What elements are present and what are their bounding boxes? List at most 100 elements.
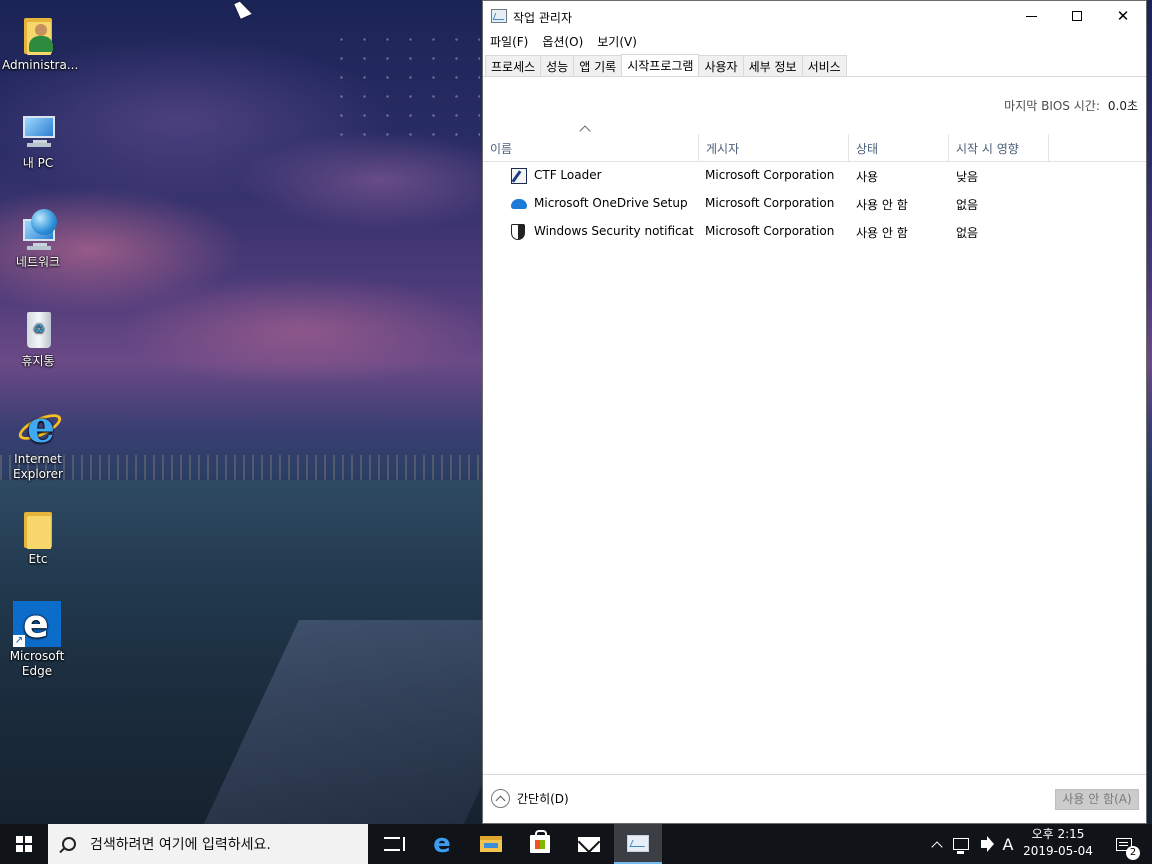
search-placeholder: 검색하려면 여기에 입력하세요. <box>90 837 271 853</box>
tab-processes[interactable]: 프로세스 <box>485 55 542 76</box>
tab-users[interactable]: 사용자 <box>698 55 744 76</box>
taskbar-store-button[interactable] <box>516 824 564 864</box>
desktop-icon-network[interactable]: 네트워크 <box>2 207 74 270</box>
column-header-name[interactable]: 이름 <box>483 134 699 162</box>
tab-details[interactable]: 세부 정보 <box>742 55 803 76</box>
cell-impact: 없음 <box>956 198 979 212</box>
wallpaper-stars <box>330 30 480 150</box>
action-center-button[interactable]: 2 <box>1104 824 1144 864</box>
disable-button[interactable]: 사용 안 함(A) <box>1055 789 1139 810</box>
desktop-icon-label: 네트워크 <box>15 255 61 269</box>
table-row[interactable]: Windows Security notificati... Microsoft… <box>483 218 1146 246</box>
clock[interactable]: 오후 2:15 2019-05-04 <box>1020 826 1096 860</box>
footer-divider <box>483 774 1146 775</box>
recycle-bin-icon: ♻ <box>15 306 61 352</box>
user-folder-icon <box>15 10 61 56</box>
cell-impact: 낮음 <box>956 170 979 184</box>
desktop-icon-label: Etc <box>28 552 48 566</box>
onedrive-cloud-icon <box>511 199 527 209</box>
taskbar-edge-button[interactable]: e <box>418 824 466 864</box>
table-row[interactable]: Microsoft OneDrive Setup Microsoft Corpo… <box>483 190 1146 218</box>
clock-date: 2019-05-04 <box>1023 844 1093 858</box>
edge-icon: e ↗ <box>13 601 61 647</box>
task-view-icon <box>384 837 405 851</box>
close-button[interactable]: ✕ <box>1100 1 1146 31</box>
desktop-icon-this-pc[interactable]: 내 PC <box>2 108 74 171</box>
desktop-icon-label: 휴지통 <box>21 354 55 368</box>
shortcut-arrow-icon: ↗ <box>13 635 25 647</box>
menu-file[interactable]: 파일(F) <box>483 31 535 51</box>
desktop-icon-etc-folder[interactable]: Etc <box>2 504 74 567</box>
desktop-icon-label: Internet Explorer <box>13 452 63 481</box>
cell-status: 사용 <box>856 170 879 184</box>
input-method-indicator[interactable]: A <box>998 824 1018 864</box>
fewer-details-label: 간단히(D) <box>517 792 569 806</box>
taskbar-mail-button[interactable] <box>565 824 613 864</box>
start-button[interactable] <box>0 824 48 864</box>
cell-publisher: Microsoft Corporation <box>705 224 835 238</box>
desktop-icon-label: 내 PC <box>22 156 54 170</box>
column-header-publisher[interactable]: 게시자 <box>699 134 849 162</box>
volume-icon <box>981 840 989 848</box>
cell-name: Microsoft OneDrive Setup <box>534 196 688 210</box>
table-row[interactable]: CTF Loader Microsoft Corporation 사용 낮음 <box>483 162 1146 190</box>
tab-divider <box>483 76 1146 77</box>
maximize-icon <box>1072 11 1082 21</box>
close-icon: ✕ <box>1116 7 1130 25</box>
search-box[interactable]: 검색하려면 여기에 입력하세요. <box>48 824 368 864</box>
desktop-icon-label: Microsoft Edge <box>9 649 65 678</box>
menu-options[interactable]: 옵션(O) <box>535 31 590 51</box>
chevron-up-icon <box>931 840 943 853</box>
notification-count-badge: 2 <box>1126 846 1140 860</box>
edge-icon: e <box>433 829 451 859</box>
desktop-icon-administrator[interactable]: Administra... <box>2 10 79 73</box>
network-icon <box>953 838 969 854</box>
store-icon <box>530 830 550 853</box>
task-manager-window: 작업 관리자 ✕ 파일(F) 옵션(O) 보기(V) 프로세스 성능 앱 기록 … <box>482 0 1147 824</box>
tab-services[interactable]: 서비스 <box>801 55 847 76</box>
bios-value: 0.0초 <box>1107 99 1138 113</box>
file-explorer-icon <box>480 836 502 852</box>
network-tray-button[interactable] <box>950 824 972 864</box>
cell-status: 사용 안 함 <box>856 226 908 240</box>
desktop-icon-microsoft-edge[interactable]: e ↗ Microsoft Edge <box>1 601 73 679</box>
ctf-loader-icon <box>511 168 527 184</box>
clock-time: 오후 2:15 <box>1031 827 1085 841</box>
task-view-button[interactable] <box>368 824 416 864</box>
desktop-icon-internet-explorer[interactable]: e Internet Explorer <box>2 404 74 482</box>
volume-tray-button[interactable] <box>974 824 996 864</box>
tab-startup[interactable]: 시작프로그램 <box>621 54 700 77</box>
menu-bar: 파일(F) 옵션(O) 보기(V) <box>483 31 644 51</box>
show-hidden-icons-button[interactable] <box>928 824 946 864</box>
folder-icon <box>15 504 61 550</box>
cell-publisher: Microsoft Corporation <box>705 168 835 182</box>
cell-name: Windows Security notificati... <box>534 224 694 238</box>
taskbar: 검색하려면 여기에 입력하세요. e A 오후 2:15 2019-05-04 … <box>0 824 1152 864</box>
search-icon <box>62 837 76 851</box>
minimize-button[interactable] <box>1008 1 1054 31</box>
menu-view[interactable]: 보기(V) <box>590 31 644 51</box>
windows-security-shield-icon <box>511 224 525 240</box>
column-header-status[interactable]: 상태 <box>849 134 949 162</box>
network-icon <box>15 207 61 253</box>
windows-logo-icon <box>16 836 32 852</box>
tab-strip: 프로세스 성능 앱 기록 시작프로그램 사용자 세부 정보 서비스 <box>485 54 847 77</box>
desktop-icon-recycle-bin[interactable]: ♻ 휴지통 <box>2 306 74 369</box>
title-bar[interactable]: 작업 관리자 ✕ <box>483 1 1146 31</box>
cell-publisher: Microsoft Corporation <box>705 196 835 210</box>
internet-explorer-icon: e <box>15 404 65 450</box>
cell-status: 사용 안 함 <box>856 198 908 212</box>
desktop-icon-label: Administra... <box>2 58 79 72</box>
cell-impact: 없음 <box>956 226 979 240</box>
taskbar-task-manager-button[interactable] <box>614 824 662 864</box>
column-header-startup-impact[interactable]: 시작 시 영향 <box>949 134 1049 162</box>
tab-performance[interactable]: 성능 <box>540 55 575 76</box>
cell-name: CTF Loader <box>534 168 602 182</box>
minimize-icon <box>1025 15 1037 17</box>
maximize-button[interactable] <box>1054 1 1100 31</box>
taskbar-file-explorer-button[interactable] <box>467 824 515 864</box>
fewer-details-button[interactable]: 간단히(D) <box>491 789 569 808</box>
task-manager-icon <box>491 9 507 23</box>
tab-app-history[interactable]: 앱 기록 <box>573 55 623 76</box>
bios-label: 마지막 BIOS 시간: <box>1004 99 1100 113</box>
